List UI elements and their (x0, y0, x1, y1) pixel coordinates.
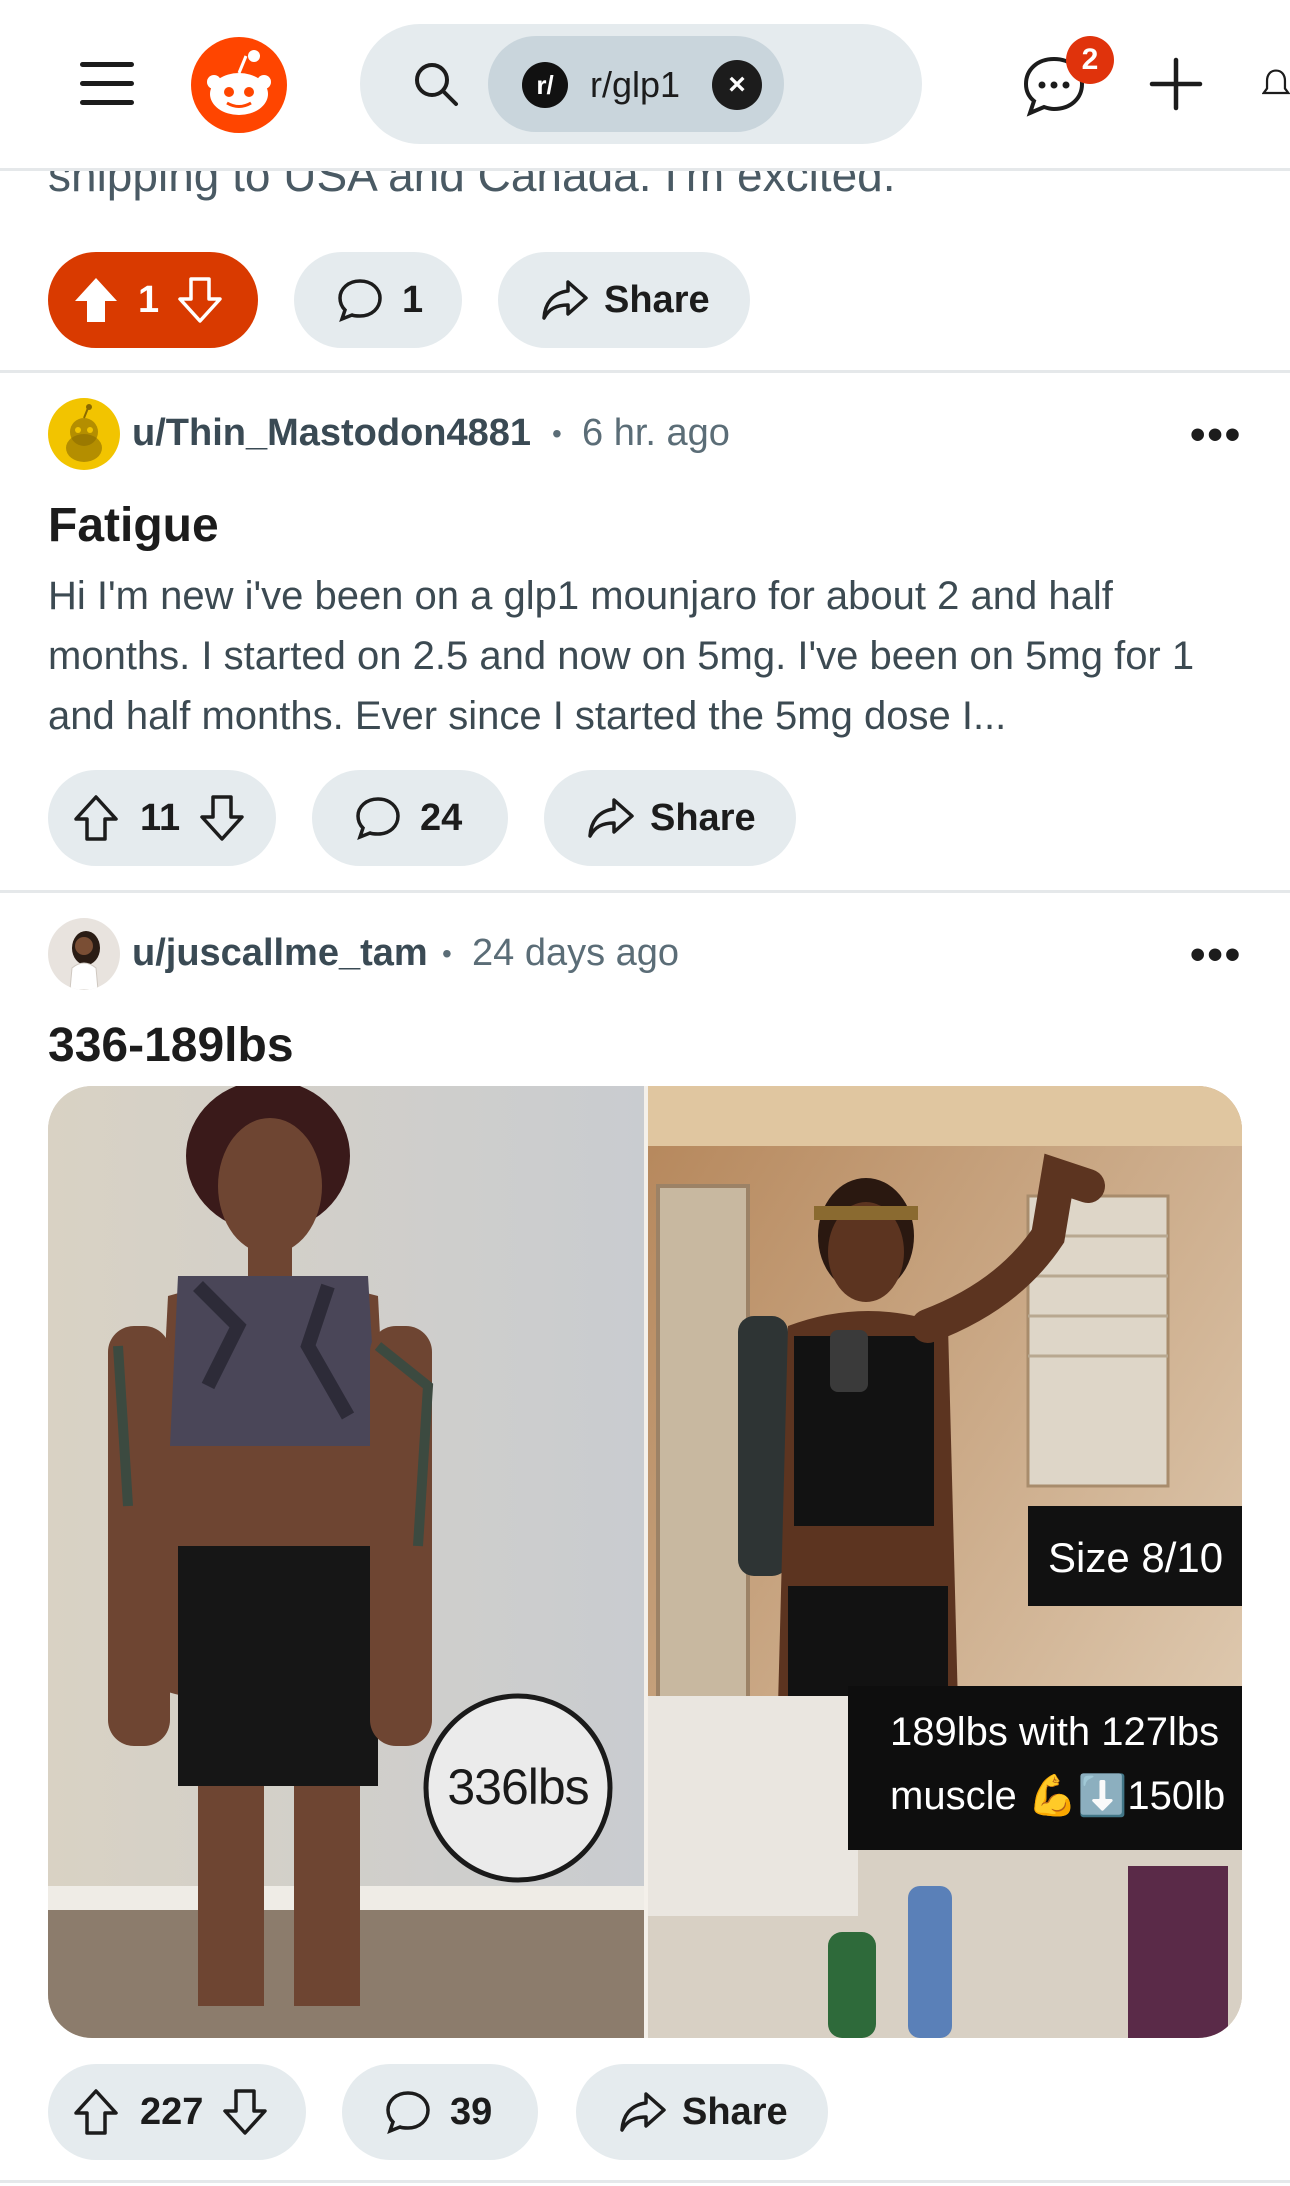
reddit-logo-icon[interactable] (190, 36, 288, 134)
meta-separator: • (442, 938, 452, 969)
bell-icon[interactable] (1262, 54, 1290, 114)
vote-pill: 11 (48, 770, 276, 866)
comment-count: 24 (420, 796, 463, 839)
downvote-icon[interactable] (177, 275, 223, 325)
subreddit-icon: r/ (522, 62, 568, 108)
more-options-icon[interactable]: ••• (1190, 930, 1242, 980)
comments-button[interactable]: 1 (294, 252, 462, 348)
vote-count: 11 (140, 796, 181, 839)
more-options-icon[interactable]: ••• (1190, 410, 1242, 460)
vote-pill-upvoted: 1 (48, 252, 258, 348)
after-weight-label-line1: 189lbs with 127lbs (890, 1710, 1220, 1754)
search-icon[interactable] (410, 58, 462, 110)
post-divider (0, 890, 1290, 893)
post-time: 24 days ago (472, 932, 680, 974)
post-image-before-after[interactable]: 336lbs Size 8/10 189lbs with 127lbs musc… (48, 1086, 1242, 2038)
post-body-preview[interactable]: Hi I'm new i've been on a glp1 mounjaro … (48, 566, 1248, 746)
vote-count: 1 (138, 278, 160, 321)
vote-pill: 227 (48, 2064, 306, 2160)
post-title[interactable]: 336-189lbs (48, 1018, 294, 1073)
hamburger-menu-icon[interactable] (72, 54, 142, 114)
share-button[interactable]: Share (576, 2064, 828, 2160)
comment-icon (384, 2089, 432, 2135)
upvote-icon[interactable] (72, 275, 120, 325)
chat-unread-badge: 2 (1066, 36, 1114, 84)
share-icon (618, 2090, 668, 2134)
share-label: Share (604, 278, 710, 321)
share-button[interactable]: Share (544, 770, 796, 866)
comment-count: 39 (450, 2090, 493, 2133)
comments-button[interactable]: 39 (342, 2064, 538, 2160)
comments-button[interactable]: 24 (312, 770, 508, 866)
share-icon (586, 796, 636, 840)
comment-count: 1 (402, 278, 424, 321)
share-label: Share (682, 2090, 788, 2133)
top-app-bar: r/ r/glp1 × 2 (0, 0, 1290, 171)
post-divider (0, 2180, 1290, 2183)
share-button[interactable]: Share (498, 252, 750, 348)
comment-icon (354, 795, 402, 841)
downvote-icon[interactable] (221, 2087, 269, 2137)
size-label: Size 8/10 (1048, 1534, 1224, 1581)
subreddit-chip-label: r/glp1 (590, 64, 681, 105)
after-weight-label-line2: muscle 💪⬇️150lb (890, 1774, 1226, 1818)
share-label: Share (650, 796, 756, 839)
downvote-icon[interactable] (198, 793, 246, 843)
post-time: 6 hr. ago (582, 412, 730, 454)
post-author[interactable]: u/Thin_Mastodon4881 (132, 412, 531, 455)
meta-separator: • (552, 418, 562, 449)
clear-filter-close-icon[interactable]: × (712, 60, 762, 110)
before-weight-label: 336lbs (447, 1759, 589, 1815)
upvote-icon[interactable] (72, 793, 120, 843)
plus-icon[interactable] (1146, 54, 1206, 114)
upvote-icon[interactable] (72, 2087, 120, 2137)
vote-count: 227 (140, 2090, 204, 2133)
post-divider (0, 370, 1290, 373)
avatar[interactable] (48, 918, 120, 990)
post-title[interactable]: Fatigue (48, 498, 219, 553)
post-author[interactable]: u/juscallme_tam (132, 932, 428, 975)
comment-icon (336, 277, 384, 323)
avatar[interactable] (48, 398, 120, 470)
share-icon (540, 278, 590, 322)
